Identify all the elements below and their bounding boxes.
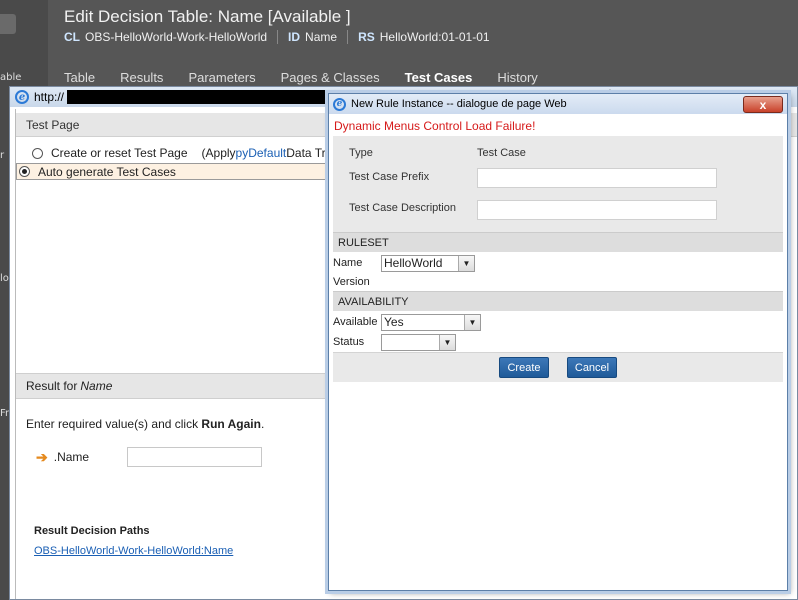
auto-generate-option[interactable]: Auto generate Test Cases	[16, 163, 336, 180]
sidebar-tab[interactable]	[0, 14, 16, 34]
sidebar-fragment: able	[0, 72, 22, 83]
version-label: Version	[333, 276, 370, 288]
name-field-row: ➔ .Name	[36, 447, 263, 467]
available-row: Available Yes ▼	[333, 312, 783, 332]
status-row: Status ▼	[333, 332, 783, 352]
error-message: Dynamic Menus Control Load Failure!	[334, 119, 536, 133]
ruleset-header-label: RULESET	[338, 236, 389, 249]
tab-results[interactable]: Results	[120, 70, 163, 85]
instruction-text: Enter required value(s) and click	[26, 417, 202, 431]
ruleset-name-row: Name HelloWorld ▼	[333, 253, 783, 273]
cancel-button[interactable]: Cancel	[567, 357, 617, 378]
name-input[interactable]	[127, 447, 263, 467]
result-header-label: Result for	[26, 379, 78, 393]
ie-icon: e	[333, 97, 346, 111]
status-select[interactable]: ▼	[381, 333, 456, 351]
type-value: Test Case	[477, 147, 526, 159]
paths-heading: Result Decision Paths	[34, 525, 150, 537]
tab-table[interactable]: Table	[64, 70, 95, 85]
dialog-title: New Rule Instance -- dialogue de page We…	[351, 98, 567, 110]
description-input[interactable]	[477, 200, 717, 220]
chevron-down-icon[interactable]: ▼	[464, 314, 480, 330]
result-instruction: Enter required value(s) and click Run Ag…	[26, 417, 264, 431]
result-header: Result for Name	[16, 373, 336, 399]
prefix-input[interactable]	[477, 168, 717, 188]
create-button[interactable]: Create	[499, 357, 549, 378]
ruleset-name-value: HelloWorld	[384, 256, 443, 270]
popup-url: http://	[34, 90, 65, 104]
sidebar-fragment: r	[0, 150, 5, 161]
availability-section-header: AVAILABILITY	[333, 291, 783, 311]
dialog-titlebar[interactable]: e New Rule Instance -- dialogue de page …	[329, 94, 787, 114]
prefix-label: Test Case Prefix	[349, 171, 430, 183]
result-panel: Result for Name Enter required value(s) …	[16, 373, 336, 600]
divider	[347, 30, 349, 44]
available-select[interactable]: Yes ▼	[381, 313, 481, 331]
result-header-name: Name	[80, 379, 113, 393]
meta-value: Name	[305, 30, 338, 44]
meta-value: OBS-HelloWorld-Work-HelloWorld	[85, 30, 268, 44]
type-label: Type	[349, 147, 373, 159]
radio-selected-icon[interactable]	[19, 166, 30, 177]
description-label: Test Case Description	[349, 202, 456, 214]
available-label: Available	[333, 316, 378, 328]
ruleset-name-select[interactable]: HelloWorld ▼	[381, 254, 475, 272]
divider	[277, 30, 279, 44]
page-title: Edit Decision Table: Name [Available ]	[64, 7, 351, 26]
tab-pages-classes[interactable]: Pages & Classes	[281, 70, 380, 85]
status-label: Status	[333, 336, 365, 348]
dialog-button-bar: Create Cancel	[333, 352, 783, 382]
pydefault-link[interactable]: pyDefault	[236, 146, 287, 160]
availability-header-label: AVAILABILITY	[338, 295, 409, 308]
meta-key: CL	[64, 30, 80, 44]
meta-value: HelloWorld:01-01-01	[379, 30, 490, 44]
arrow-right-icon: ➔	[36, 448, 48, 465]
tab-history[interactable]: History	[497, 70, 537, 85]
decision-path-link[interactable]: OBS-HelloWorld-Work-HelloWorld:Name	[34, 545, 233, 557]
meta-key: RS	[358, 30, 375, 44]
rule-meta: CL OBS-HelloWorld-Work-HelloWorld ID Nam…	[64, 30, 490, 44]
test-page-title: Test Page	[26, 117, 80, 132]
new-rule-dialog: e New Rule Instance -- dialogue de page …	[328, 93, 788, 591]
tab-test-cases[interactable]: Test Cases	[405, 70, 473, 85]
chevron-down-icon[interactable]: ▼	[458, 255, 474, 271]
available-value: Yes	[384, 315, 404, 329]
ie-icon: e	[15, 90, 29, 104]
chevron-down-icon[interactable]: ▼	[439, 334, 455, 350]
option-label: Auto generate Test Cases	[38, 164, 176, 179]
sidebar-fragment: lo	[0, 273, 9, 284]
tab-bar: Table Results Parameters Pages & Classes…	[64, 70, 563, 85]
apply-prefix: (Apply	[201, 146, 236, 160]
ruleset-section-header: RULESET	[333, 232, 783, 252]
instruction-bold: Run Again	[201, 417, 261, 431]
name-field-label: .Name	[53, 450, 90, 464]
instruction-suffix: .	[260, 417, 265, 431]
version-row: Version	[333, 273, 783, 291]
close-button[interactable]: x	[743, 96, 783, 113]
test-case-form: Type Test Case Test Case Prefix Test Cas…	[333, 136, 783, 232]
name-label: Name	[333, 257, 363, 269]
tab-parameters[interactable]: Parameters	[188, 70, 255, 85]
meta-key: ID	[288, 30, 301, 44]
dialog-body: Dynamic Menus Control Load Failure! Type…	[333, 118, 783, 586]
radio-icon[interactable]	[32, 147, 43, 159]
option-label: Create or reset Test Page	[51, 146, 188, 160]
